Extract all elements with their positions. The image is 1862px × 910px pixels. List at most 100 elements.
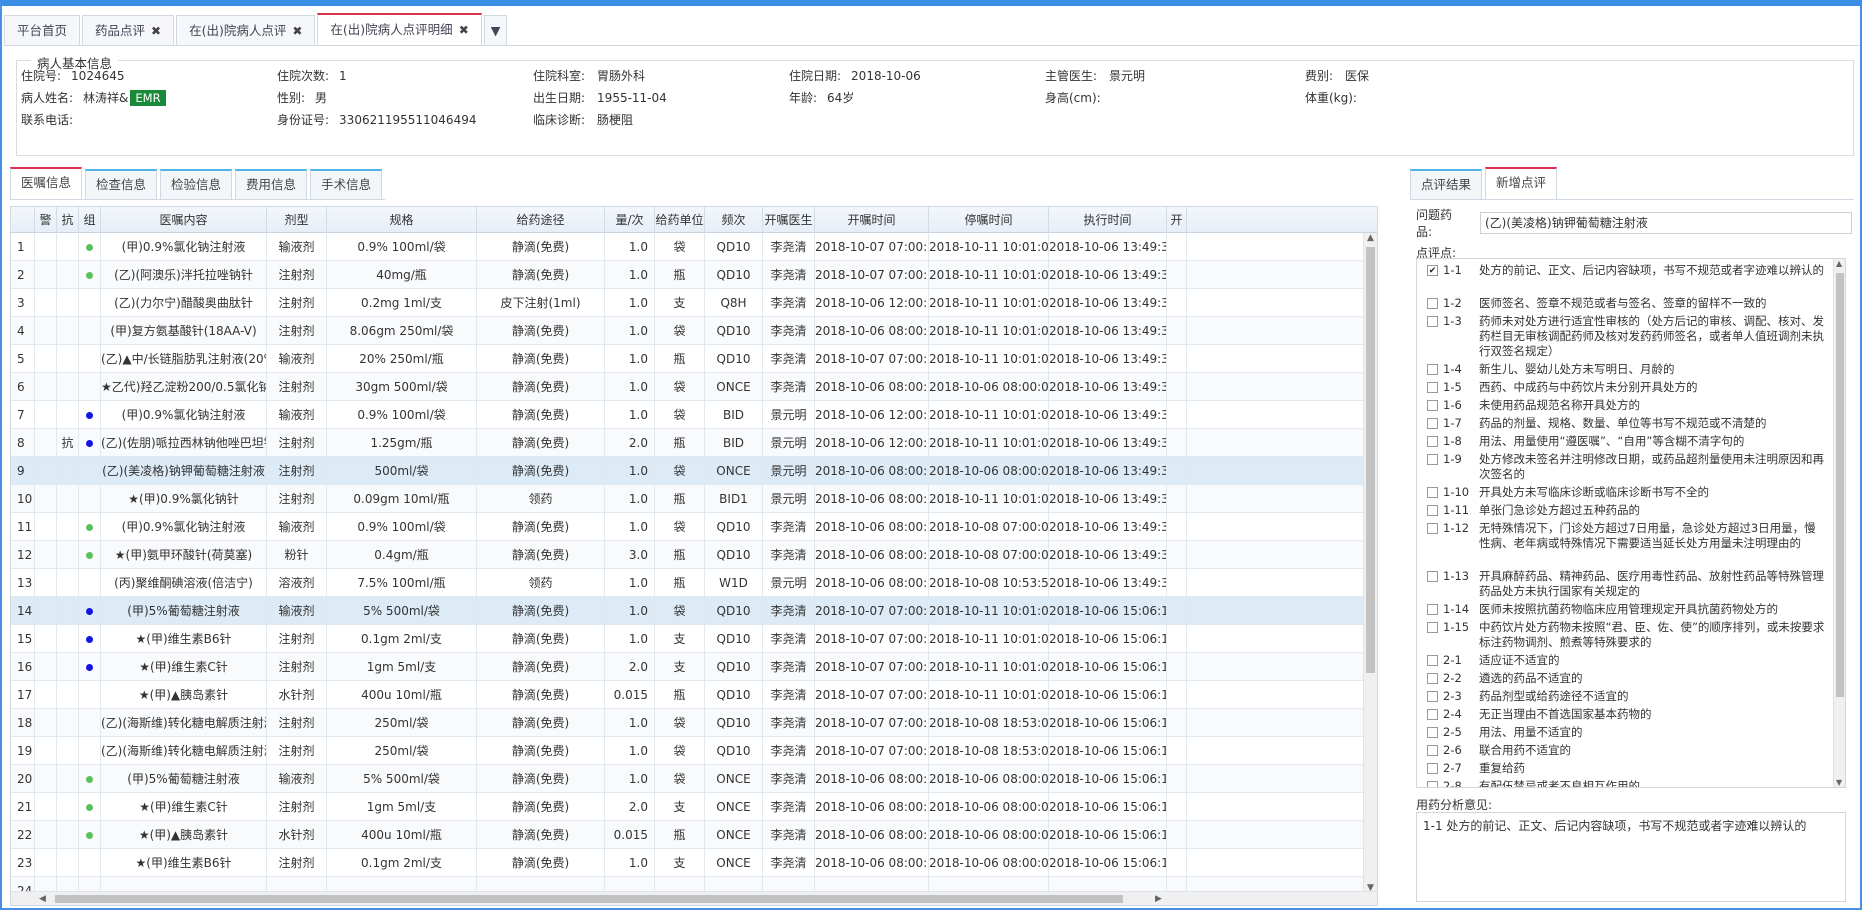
review-point-item[interactable]: 1-6 未使用药品规范名称开具处方的: [1427, 398, 1835, 413]
checkbox[interactable]: [1427, 673, 1438, 684]
table-row[interactable]: 19 (乙)(海斯维)转化糖电解质注射液 注射剂 250ml/袋 静滴(免费) 1.0 袋 Q…: [11, 737, 1377, 765]
table-row[interactable]: 2 (乙)(阿澳乐)泮托拉唑钠针 注射剂 40mg/瓶 静滴(免费) 1.0 瓶 QD10 李尧…: [11, 261, 1377, 289]
horizontal-scrollbar[interactable]: ◀ ▶: [11, 891, 1377, 905]
checkbox[interactable]: [1427, 781, 1438, 787]
scroll-up-icon[interactable]: ▲: [1836, 259, 1842, 268]
column-header[interactable]: 执行时间: [1049, 207, 1167, 233]
close-icon[interactable]: ✖: [459, 16, 469, 44]
table-row[interactable]: 17 ★(甲)▲胰岛素针 水针剂 400u 10ml/瓶 静滴(免费) 0.015 瓶 QD1…: [11, 681, 1377, 709]
scroll-down-icon[interactable]: ▼: [1836, 778, 1842, 787]
review-point-item[interactable]: 2-7 重复给药: [1427, 761, 1835, 776]
scroll-left-icon[interactable]: ◀: [39, 894, 46, 904]
review-point-item[interactable]: 2-3 药品剂型或给药途径不适宜的: [1427, 689, 1835, 704]
column-header[interactable]: 组: [79, 207, 101, 233]
checkbox[interactable]: [1427, 622, 1438, 633]
review-point-item[interactable]: 1-9 处方修改未签名并注明修改日期，或药品超剂量使用未注明原因和再次签名的: [1427, 452, 1835, 482]
column-header[interactable]: 开嘱医生: [763, 207, 815, 233]
column-header[interactable]: 频次: [705, 207, 763, 233]
column-header[interactable]: 量/次: [605, 207, 655, 233]
column-header[interactable]: 给药单位: [655, 207, 705, 233]
checkbox[interactable]: [1427, 571, 1438, 582]
review-point-item[interactable]: ✔ 1-1 处方的前记、正文、后记内容缺项，书写不规范或者字迹难以辨认的: [1427, 263, 1835, 293]
tab-examination[interactable]: 检查信息: [85, 169, 158, 199]
close-icon[interactable]: ✖: [292, 17, 302, 45]
checkbox[interactable]: [1427, 400, 1438, 411]
review-point-item[interactable]: 2-2 遴选的药品不适宜的: [1427, 671, 1835, 686]
table-row[interactable]: 1 (甲)0.9%氯化钠注射液 输液剂 0.9% 100ml/袋 静滴(免费) 1.0 袋 Q…: [11, 233, 1377, 261]
column-header[interactable]: 剂型: [267, 207, 327, 233]
table-row[interactable]: 21 ★(甲)维生素C针 注射剂 1gm 5ml/支 静滴(免费) 2.0 支 ONCE 李尧清…: [11, 793, 1377, 821]
table-row[interactable]: 10 ★(甲)0.9%氯化钠针 注射剂 0.09gm 10ml/瓶 领药 1.0 瓶 BID1…: [11, 485, 1377, 513]
close-icon[interactable]: ✖: [151, 17, 161, 45]
column-header[interactable]: 抗: [57, 207, 79, 233]
checkbox[interactable]: [1427, 436, 1438, 447]
checkbox[interactable]: [1427, 316, 1438, 327]
table-row[interactable]: 16 ★(甲)维生素C针 注射剂 1gm 5ml/支 静滴(免费) 2.0 支 QD10 李尧清…: [11, 653, 1377, 681]
column-header[interactable]: 开: [1167, 207, 1187, 233]
review-point-item[interactable]: 1-12 无特殊情况下，门诊处方超过7日用量，急诊处方超过3日用量，慢性病、老年病…: [1427, 521, 1835, 566]
review-point-item[interactable]: 1-11 单张门急诊处方超过五种药品的: [1427, 503, 1835, 518]
checkbox[interactable]: [1427, 298, 1438, 309]
column-header[interactable]: [11, 207, 35, 233]
checkbox[interactable]: [1427, 505, 1438, 516]
tab-fees[interactable]: 费用信息: [235, 169, 308, 199]
column-header[interactable]: 开嘱时间: [815, 207, 929, 233]
review-point-item[interactable]: 1-3 药师未对处方进行适宜性审核的（处方后记的审核、调配、核对、发药栏目无审核调…: [1427, 314, 1835, 359]
checkbox[interactable]: [1427, 382, 1438, 393]
table-row[interactable]: 5 (乙)▲中/长链脂肪乳注射液(20%) 输液剂 20% 250ml/瓶 静滴(免费)…: [11, 345, 1377, 373]
checkbox[interactable]: [1427, 454, 1438, 465]
checkbox[interactable]: [1427, 604, 1438, 615]
checkbox[interactable]: [1427, 655, 1438, 666]
tab-review-results[interactable]: 点评结果: [1410, 169, 1483, 199]
review-point-item[interactable]: 1-13 开具麻醉药品、精神药品、医疗用毒性药品、放射性药品等特殊管理药品处方未执…: [1427, 569, 1835, 599]
review-point-item[interactable]: 1-2 医师签名、签章不规范或者与签名、签章的留样不一致的: [1427, 296, 1835, 311]
checkbox[interactable]: [1427, 418, 1438, 429]
review-point-item[interactable]: 1-7 药品的剂量、规格、数量、单位等书写不规范或不清楚的: [1427, 416, 1835, 431]
table-row[interactable]: 13 (丙)聚维酮碘溶液(倍洁宁) 溶液剂 7.5% 100ml/瓶 领药 1.0 瓶 W1D…: [11, 569, 1377, 597]
review-point-item[interactable]: 2-5 用法、用量不适宜的: [1427, 725, 1835, 740]
checkbox[interactable]: [1427, 487, 1438, 498]
tab-inpatient-review-detail[interactable]: 在(出)院病人点评明细 ✖: [317, 13, 482, 45]
review-point-item[interactable]: 1-14 医师未按照抗菌药物临床应用管理规定开具抗菌药物处方的: [1427, 602, 1835, 617]
table-row[interactable]: 3 (乙)(力尔宁)醋酸奥曲肽针 注射剂 0.2mg 1ml/支 皮下注射(1ml) 1.…: [11, 289, 1377, 317]
column-header[interactable]: 医嘱内容: [101, 207, 267, 233]
review-point-item[interactable]: 2-1 适应证不适宜的: [1427, 653, 1835, 668]
column-header[interactable]: 给药途径: [477, 207, 605, 233]
checkbox[interactable]: [1427, 763, 1438, 774]
column-header[interactable]: 规格: [327, 207, 477, 233]
table-row[interactable]: 18 (乙)(海斯维)转化糖电解质注射液 注射剂 250ml/袋 静滴(免费) 1.0 袋 Q…: [11, 709, 1377, 737]
table-row[interactable]: 11 (甲)0.9%氯化钠注射液 输液剂 0.9% 100ml/袋 静滴(免费) 1.0 袋…: [11, 513, 1377, 541]
table-row[interactable]: 22 ★(甲)▲胰岛素针 水针剂 400u 10ml/瓶 静滴(免费) 0.015 瓶 ONC…: [11, 821, 1377, 849]
table-row[interactable]: 7 (甲)0.9%氯化钠注射液 输液剂 0.9% 100ml/袋 静滴(免费) 1.0 袋 B…: [11, 401, 1377, 429]
table-row[interactable]: 8 抗 (乙)(佐朋)哌拉西林钠他唑巴坦钠 注射剂 1.25gm/瓶 静滴(免费) 2.0 瓶…: [11, 429, 1377, 457]
vertical-scrollbar[interactable]: ▲ ▼: [1363, 233, 1377, 893]
tab-orders[interactable]: 医嘱信息: [10, 167, 83, 199]
table-row[interactable]: 15 ★(甲)维生素B6针 注射剂 0.1gm 2ml/支 静滴(免费) 1.0 支 QD10…: [11, 625, 1377, 653]
review-point-item[interactable]: 2-4 无正当理由不首选国家基本药物的: [1427, 707, 1835, 722]
scroll-right-icon[interactable]: ▶: [1155, 894, 1162, 904]
review-point-item[interactable]: 1-10 开具处方未写临床诊断或临床诊断书写不全的: [1427, 485, 1835, 500]
tab-platform-home[interactable]: 平台首页: [4, 15, 81, 45]
problem-drug-input[interactable]: (乙)(美凌格)钠钾葡萄糖注射液: [1480, 212, 1852, 234]
checkbox[interactable]: [1427, 691, 1438, 702]
review-point-item[interactable]: 2-8 有配伍禁忌或者不良相互作用的: [1427, 779, 1835, 787]
table-row[interactable]: 12 ★(甲)氨甲环酸针(荷莫塞) 粉针 0.4gm/瓶 静滴(免费) 3.0 瓶 QD10 李…: [11, 541, 1377, 569]
tab-drug-review[interactable]: 药品点评 ✖: [82, 15, 175, 45]
table-row[interactable]: 23 ★(甲)维生素B6针 注射剂 0.1gm 2ml/支 静滴(免费) 1.0 支 ONCE…: [11, 849, 1377, 877]
scrollbar-thumb[interactable]: [1836, 273, 1844, 697]
review-point-item[interactable]: 2-6 联合用药不适宜的: [1427, 743, 1835, 758]
column-header[interactable]: 警: [35, 207, 57, 233]
review-point-item[interactable]: 1-15 中药饮片处方药物未按照“君、臣、佐、使”的顺序排列，或未按要求标注药物调…: [1427, 620, 1835, 650]
scroll-up-icon[interactable]: ▲: [1367, 233, 1374, 243]
checkbox[interactable]: [1427, 727, 1438, 738]
checkbox[interactable]: [1427, 709, 1438, 720]
table-row[interactable]: 20 (甲)5%葡萄糖注射液 输液剂 5% 500ml/袋 静滴(免费) 1.0 袋 ONCE…: [11, 765, 1377, 793]
column-header[interactable]: 停嘱时间: [929, 207, 1049, 233]
review-point-item[interactable]: 1-5 西药、中成药与中药饮片未分别开具处方的: [1427, 380, 1835, 395]
tab-surgery[interactable]: 手术信息: [310, 169, 383, 199]
tab-menu-button[interactable]: ▼: [483, 15, 508, 45]
review-point-item[interactable]: 1-8 用法、用量使用“遵医嘱”、“自用”等含糊不清字句的: [1427, 434, 1835, 449]
checkbox-checked[interactable]: ✔: [1427, 265, 1438, 276]
tab-add-review[interactable]: 新增点评: [1485, 167, 1558, 199]
opinion-textarea[interactable]: 1-1 处方的前记、正文、后记内容缺项，书写不规范或者字迹难以辨认的: [1416, 812, 1846, 902]
